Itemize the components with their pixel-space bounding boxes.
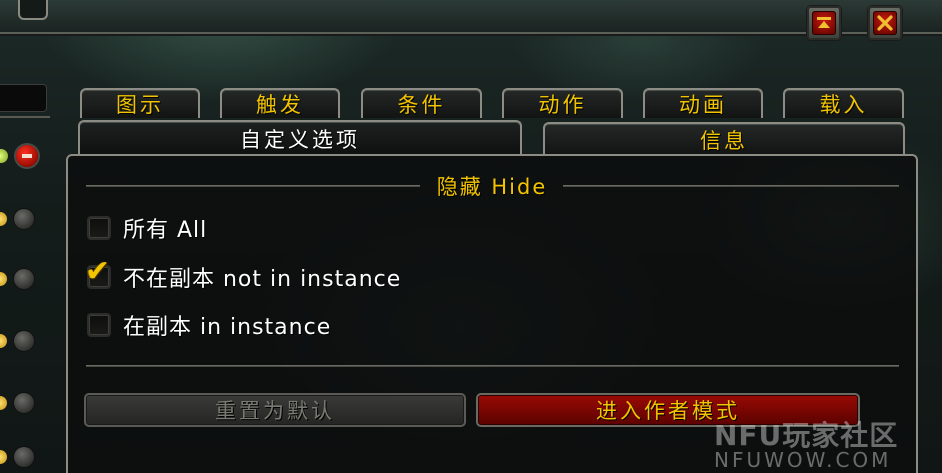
hide-all-label: 所有 All [123,218,208,243]
tab-trigger[interactable]: 触发 [220,88,340,118]
hide-in-instance-option[interactable]: 在副本 in instance [87,310,331,340]
tab-display[interactable]: 图示 [80,88,200,118]
arrow-icon[interactable] [0,212,7,226]
list-item-button[interactable] [14,209,34,229]
title-bar-ornament [18,0,48,20]
section-divider [563,185,899,187]
checkmark-icon: ✔ [85,254,111,289]
site-watermark: NFU玩家社区 NFUWOW.COM [706,414,938,472]
hide-in-instance-label: 在副本 in instance [123,315,332,340]
aura-list-panel [0,76,50,473]
close-button[interactable] [868,6,902,40]
search-input[interactable] [0,84,47,112]
hide-not-in-instance-label: 不在副本 not in instance [123,267,402,292]
remove-button[interactable] [16,145,38,167]
list-item-button[interactable] [14,393,34,413]
list-item-button[interactable] [14,269,34,289]
list-item-button[interactable] [14,331,34,351]
tab-actions[interactable]: 动作 [502,88,623,118]
watermark-url: NFUWOW.COM [714,448,892,472]
hide-section-header: 隐藏 Hide [436,175,548,199]
hide-in-instance-checkbox[interactable] [87,313,111,337]
list-item-button[interactable] [14,447,34,467]
section-divider [86,185,420,187]
arrow-icon[interactable] [0,450,7,464]
collapse-icon [812,11,836,35]
reset-to-default-button[interactable]: 重置为默认 [84,393,466,427]
tab-conditions[interactable]: 条件 [361,88,482,118]
arrow-icon[interactable] [0,272,7,286]
divider [0,116,50,118]
tab-information[interactable]: 信息 [543,122,905,156]
expand-icon[interactable] [0,149,8,163]
collapse-button[interactable] [807,6,841,40]
hide-not-in-instance-option[interactable]: ✔ 不在副本 not in instance [85,257,402,293]
hide-all-option[interactable]: 所有 All [87,213,207,243]
close-icon [873,11,897,35]
arrow-icon[interactable] [0,396,7,410]
tab-animations[interactable]: 动画 [643,88,763,118]
tab-load[interactable]: 载入 [783,88,904,118]
section-divider [86,365,899,367]
arrow-icon[interactable] [0,334,7,348]
tab-custom-options[interactable]: 自定义选项 [78,120,522,156]
window-title-bar [0,0,942,34]
hide-not-in-instance-checkbox[interactable]: ✔ [85,257,111,289]
hide-all-checkbox[interactable] [87,216,111,240]
